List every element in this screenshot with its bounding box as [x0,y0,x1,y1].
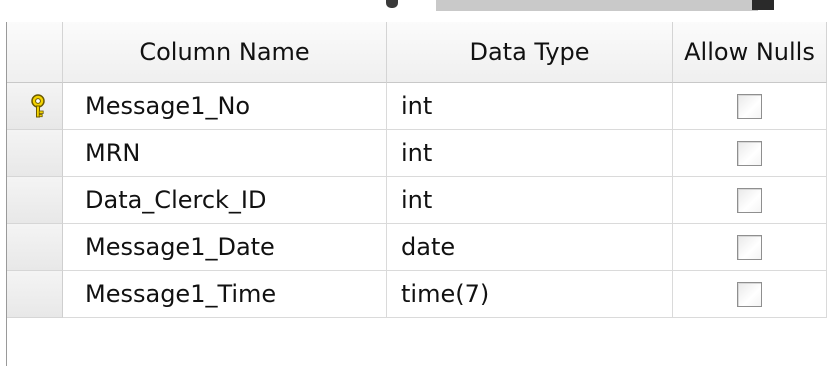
row-selector[interactable] [7,224,63,271]
row-selector[interactable] [7,130,63,177]
column-name-header: Column Name [63,22,387,83]
data-type-cell[interactable]: int [387,177,673,224]
column-name-cell[interactable]: Message1_Time [63,271,387,318]
allow-nulls-cell[interactable] [673,224,827,271]
column-name-cell[interactable]: MRN [63,130,387,177]
allow-nulls-cell[interactable] [673,177,827,224]
row-selector[interactable] [7,83,63,130]
allow-nulls-cell[interactable] [673,130,827,177]
allow-nulls-checkbox[interactable] [737,140,762,166]
column-grid: Column Name Data Type Allow Nulls Messag… [6,22,827,366]
column-name-cell[interactable]: Message1_No [63,83,387,130]
allow-nulls-checkbox[interactable] [737,234,762,260]
key-icon [31,94,45,118]
allow-nulls-checkbox[interactable] [737,93,762,119]
data-type-cell[interactable]: date [387,224,673,271]
column-name-cell[interactable]: Data_Clerck_ID [63,177,387,224]
allow-nulls-checkbox[interactable] [737,281,762,307]
glyph-fragment [386,0,398,8]
header-row: Column Name Data Type Allow Nulls [7,22,827,83]
data-type-cell[interactable]: int [387,130,673,177]
allow-nulls-cell[interactable] [673,83,827,130]
row-selector[interactable] [7,271,63,318]
tab-strip-fragment [436,0,758,11]
allow-nulls-cell[interactable] [673,271,827,318]
data-type-cell[interactable]: int [387,83,673,130]
allow-nulls-header: Allow Nulls [673,22,827,83]
row-selector-header [7,22,63,83]
row-selector[interactable] [7,177,63,224]
data-type-cell[interactable]: time(7) [387,271,673,318]
data-type-header: Data Type [387,22,673,83]
top-strip [0,0,832,20]
allow-nulls-checkbox[interactable] [737,187,762,213]
glyph-fragment [752,0,774,10]
column-name-cell[interactable]: Message1_Date [63,224,387,271]
